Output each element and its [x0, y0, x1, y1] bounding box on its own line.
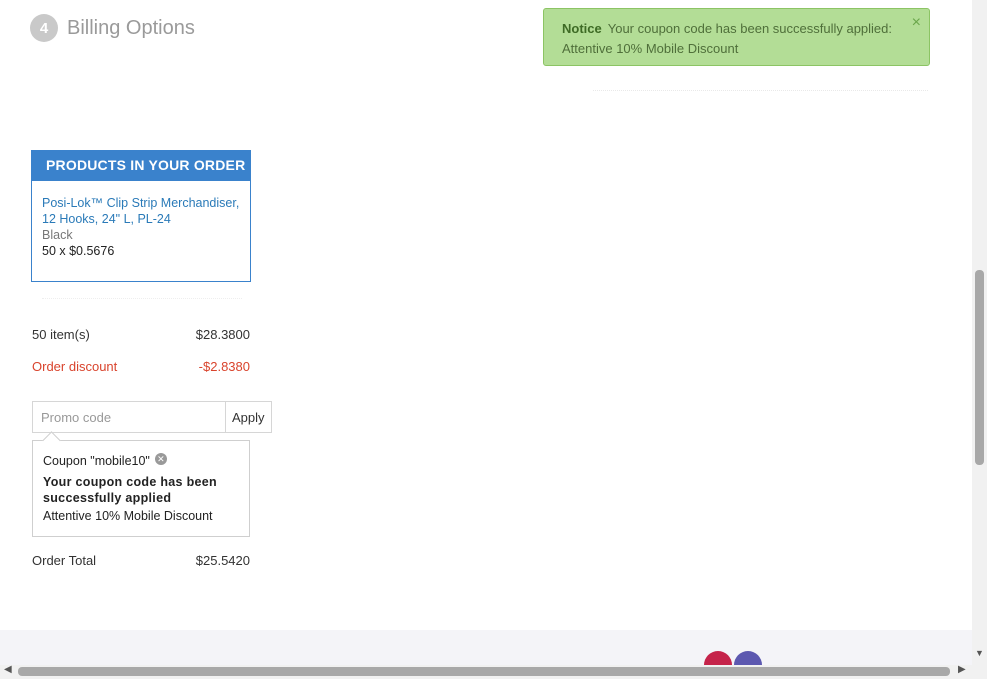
scrollbar-corner: [972, 665, 987, 679]
coupon-description: Attentive 10% Mobile Discount: [43, 509, 213, 523]
product-item: Posi-Lok™ Clip Strip Merchandiser, 12 Ho…: [32, 181, 250, 259]
scroll-down-arrow-icon[interactable]: ▼: [975, 648, 984, 658]
product-variant: Black: [42, 228, 73, 242]
product-quantity-price: 50 x $0.5676: [42, 244, 115, 258]
items-subtotal-row: 50 item(s) $28.3800: [32, 327, 250, 342]
scroll-left-arrow-icon[interactable]: ◀: [4, 664, 12, 675]
notice-message: Your coupon code has been successfully a…: [607, 21, 893, 36]
checkout-page: 4 Billing Options Notice Your coupon code…: [0, 0, 972, 665]
remove-circle-icon[interactable]: ✕: [154, 453, 167, 465]
discount-value: -$2.8380: [198, 359, 250, 374]
coupon-label: Coupon "mobile10": [43, 454, 150, 468]
apply-promo-button[interactable]: Apply: [225, 401, 272, 433]
divider: [42, 298, 242, 299]
order-discount-row: Order discount -$2.8380: [32, 359, 250, 374]
items-value: $28.3800: [195, 327, 250, 342]
coupon-success-message: Your coupon code has been successfully a…: [43, 475, 217, 505]
step-header: 4 Billing Options: [30, 14, 195, 42]
items-label: 50 item(s): [32, 327, 90, 342]
vertical-scrollbar-thumb[interactable]: [975, 270, 984, 465]
discount-label: Order discount: [32, 359, 118, 374]
notice-label: Notice: [562, 21, 602, 36]
horizontal-scrollbar-thumb[interactable]: [18, 667, 950, 676]
notice-banner: Notice Your coupon code has been successf…: [543, 8, 930, 66]
total-value: $25.5420: [195, 553, 250, 568]
products-heading: PRODUCTS IN YOUR ORDER: [32, 151, 250, 181]
promo-code-form: Apply: [32, 401, 272, 433]
divider: [593, 90, 928, 91]
promo-code-input[interactable]: [32, 401, 225, 433]
step-number-badge: 4: [30, 14, 58, 42]
step-title: Billing Options: [67, 16, 195, 39]
close-icon[interactable]: ×: [912, 13, 921, 33]
total-label: Order Total: [32, 553, 97, 568]
order-total-row: Order Total $25.5420: [32, 553, 250, 568]
product-name-link[interactable]: Posi-Lok™ Clip Strip Merchandiser, 12 Ho…: [42, 195, 240, 227]
products-in-order-box: PRODUCTS IN YOUR ORDER Posi-Lok™ Clip St…: [31, 150, 251, 282]
footer: [0, 630, 972, 665]
scroll-right-arrow-icon[interactable]: ▶: [958, 664, 966, 675]
applied-coupon-panel: Coupon "mobile10" ✕ Your coupon code has…: [32, 440, 250, 537]
notice-detail: Attentive 10% Mobile Discount: [562, 41, 739, 56]
